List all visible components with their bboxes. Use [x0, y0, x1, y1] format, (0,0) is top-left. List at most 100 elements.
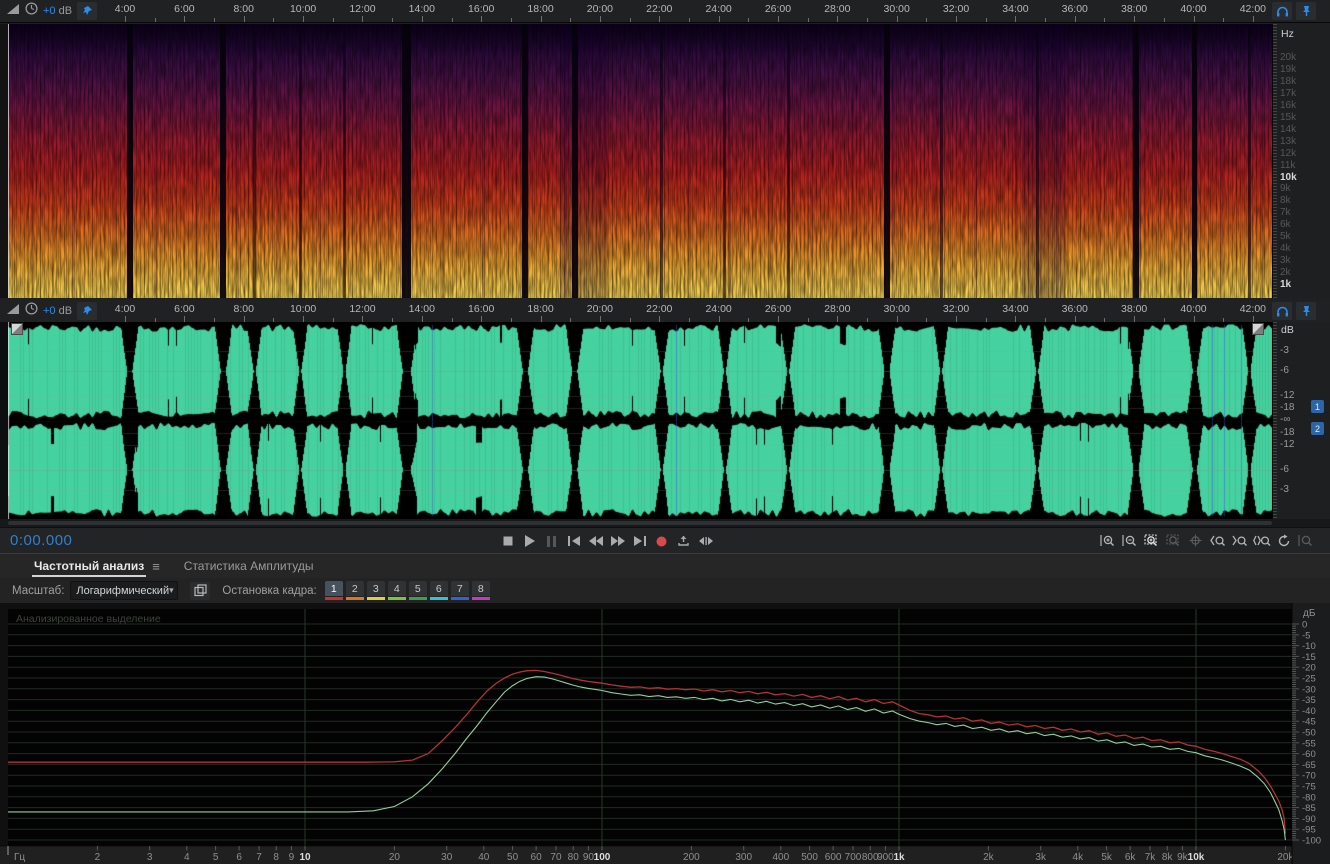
x-tick-label: 900 — [877, 852, 894, 863]
rewind-button[interactable] — [585, 531, 606, 551]
timeline-ruler-spectral[interactable]: 4:00 6:00 8:00 10:00 12:00 14:00 16:00 18:00 20:… — [0, 0, 1330, 23]
frequency-scale-label: 4k — [1280, 243, 1291, 255]
loop-playback-button[interactable] — [673, 531, 694, 551]
time-display[interactable]: 0:00.000 — [10, 532, 72, 549]
hold-button-5[interactable]: 5 — [408, 581, 427, 600]
timeline-tick-label: 8:00 — [233, 303, 254, 315]
timeline-ticks[interactable]: 4:00 6:00 8:00 10:00 12:00 14:00 16:00 18:00 20:… — [0, 0, 1272, 22]
timeline-tick-label: 36:00 — [1061, 303, 1088, 315]
timeline-tick-label: 12:00 — [349, 3, 376, 15]
spectrogram-view[interactable] — [8, 24, 1272, 298]
zoom-out-time-button[interactable] — [1119, 531, 1140, 551]
pin-marker-button[interactable] — [77, 302, 98, 320]
play-button[interactable] — [519, 531, 540, 551]
scale-select[interactable]: Логарифмический ▾ — [70, 581, 179, 600]
playhead[interactable] — [8, 24, 9, 298]
pin-marker-button[interactable] — [77, 2, 98, 20]
timeline-tick — [807, 18, 809, 22]
scrollbar-thumb[interactable] — [8, 521, 1272, 525]
horizontal-scrollbar[interactable] — [0, 519, 1330, 527]
volume-envelope-icon[interactable] — [6, 2, 20, 20]
timeline-tick-label: 12:00 — [349, 303, 376, 315]
hold-button-2[interactable]: 2 — [345, 581, 364, 600]
skip-to-end-button[interactable] — [629, 531, 650, 551]
hold-button-4[interactable]: 4 — [387, 581, 406, 600]
timeline-tick — [1045, 18, 1047, 22]
zoom-in-left-edge-button[interactable] — [1207, 531, 1228, 551]
clock-icon[interactable] — [25, 302, 38, 320]
hold-button-6[interactable]: 6 — [429, 581, 448, 600]
frequency-analysis-chart[interactable]: Анализированное выделение Гц 2 3 4 5 6 7 8 9 10 20 3… — [0, 603, 1330, 864]
zoom-out-selection-button[interactable] — [1163, 531, 1184, 551]
pushpin-button[interactable] — [1296, 2, 1316, 20]
gain-readout[interactable]: +0 dB — [43, 5, 72, 17]
x-tick-label: 10k — [1188, 852, 1205, 863]
monitor-button[interactable] — [1272, 2, 1292, 20]
tab-label: Частотный анализ — [34, 559, 145, 573]
y-tick-label: -10 — [1302, 641, 1316, 652]
y-tick-label: -60 — [1302, 749, 1316, 760]
hold-button-8[interactable]: 8 — [471, 581, 490, 600]
x-tick-label: 10 — [299, 852, 311, 863]
frequency-scale-label: 19k — [1280, 63, 1297, 75]
pushpin-icon — [1302, 6, 1310, 16]
audio-editor-window: 4:00 6:00 8:00 10:00 12:00 14:00 16:00 18:00 20:… — [0, 0, 1330, 864]
hold-button-label: 2 — [345, 581, 364, 596]
y-tick-label: -65 — [1302, 760, 1316, 771]
zoom-selection-edges-button[interactable] — [1251, 531, 1272, 551]
scale-ticks — [1273, 322, 1277, 519]
waveform-view[interactable] — [8, 322, 1272, 519]
zoom-in-selection-button[interactable] — [1141, 531, 1162, 551]
copy-data-button[interactable] — [190, 581, 211, 600]
gain-readout[interactable]: +0 dB — [43, 305, 72, 317]
skip-selection-button[interactable] — [695, 531, 716, 551]
timeline-tick-label: 26:00 — [764, 3, 792, 15]
pushpin-button[interactable] — [1296, 302, 1316, 320]
tab-frequency-analysis[interactable]: Частотный анализ — [24, 554, 154, 578]
quiet-zone — [1022, 24, 1066, 298]
x-axis-unit: Гц — [14, 852, 25, 863]
stop-button[interactable] — [497, 531, 518, 551]
x-tick-label: 2 — [95, 852, 101, 863]
hold-button-label: 1 — [324, 581, 343, 596]
frequency-scale-label: 20k — [1280, 52, 1297, 63]
volume-envelope-icon[interactable] — [6, 302, 20, 320]
hold-button-1[interactable]: 1 — [324, 581, 343, 600]
silence-gap — [723, 24, 727, 298]
zoom-buttons — [1097, 531, 1316, 551]
monitor-button[interactable] — [1272, 302, 1292, 320]
timeline-tick-label: 6:00 — [174, 3, 195, 15]
headphones-icon — [1276, 306, 1288, 316]
selection-handle-right[interactable] — [1252, 323, 1264, 335]
zoom-in-time-button[interactable] — [1097, 531, 1118, 551]
copy-icon — [194, 584, 207, 597]
fast-forward-button[interactable] — [607, 531, 628, 551]
x-tick-label: 9 — [289, 852, 295, 863]
selection-handle-left[interactable] — [11, 323, 23, 335]
hold-button-label: 6 — [429, 581, 448, 596]
pause-button[interactable] — [541, 531, 562, 551]
hold-button-3[interactable]: 3 — [366, 581, 385, 600]
record-button[interactable] — [651, 531, 672, 551]
timeline-tick — [748, 18, 750, 22]
timeline-tick — [629, 18, 631, 22]
y-tick-label: -25 — [1302, 674, 1316, 685]
timeline-tick-label: 8:00 — [233, 3, 254, 15]
clock-icon[interactable] — [25, 2, 38, 20]
skip-to-start-button[interactable] — [563, 531, 584, 551]
reset-zoom-button[interactable] — [1273, 531, 1294, 551]
hold-button-label: 5 — [408, 581, 427, 596]
zoom-full-button[interactable] — [1185, 531, 1206, 551]
x-tick-label: 8k — [1162, 852, 1174, 863]
spectrogram-shade — [8, 24, 1272, 298]
timeline-ruler-waveform[interactable]: 4:00 6:00 8:00 10:00 12:00 14:00 16:00 18:00 20:… — [0, 300, 1330, 323]
tab-amplitude-statistics[interactable]: Статистика Амплитуды — [174, 554, 324, 578]
frequency-unit-label: Hz — [1281, 28, 1294, 40]
timeline-tick-label: 24:00 — [705, 303, 732, 315]
timeline-tick — [1074, 16, 1076, 22]
timeline-ticks[interactable]: 4:00 6:00 8:00 10:00 12:00 14:00 16:00 18:00 20:… — [0, 300, 1272, 322]
zoom-amplitude-button[interactable] — [1295, 531, 1316, 551]
zoom-in-right-edge-button[interactable] — [1229, 531, 1250, 551]
hold-button-7[interactable]: 7 — [450, 581, 469, 600]
x-tick-label: 6k — [1125, 852, 1137, 863]
